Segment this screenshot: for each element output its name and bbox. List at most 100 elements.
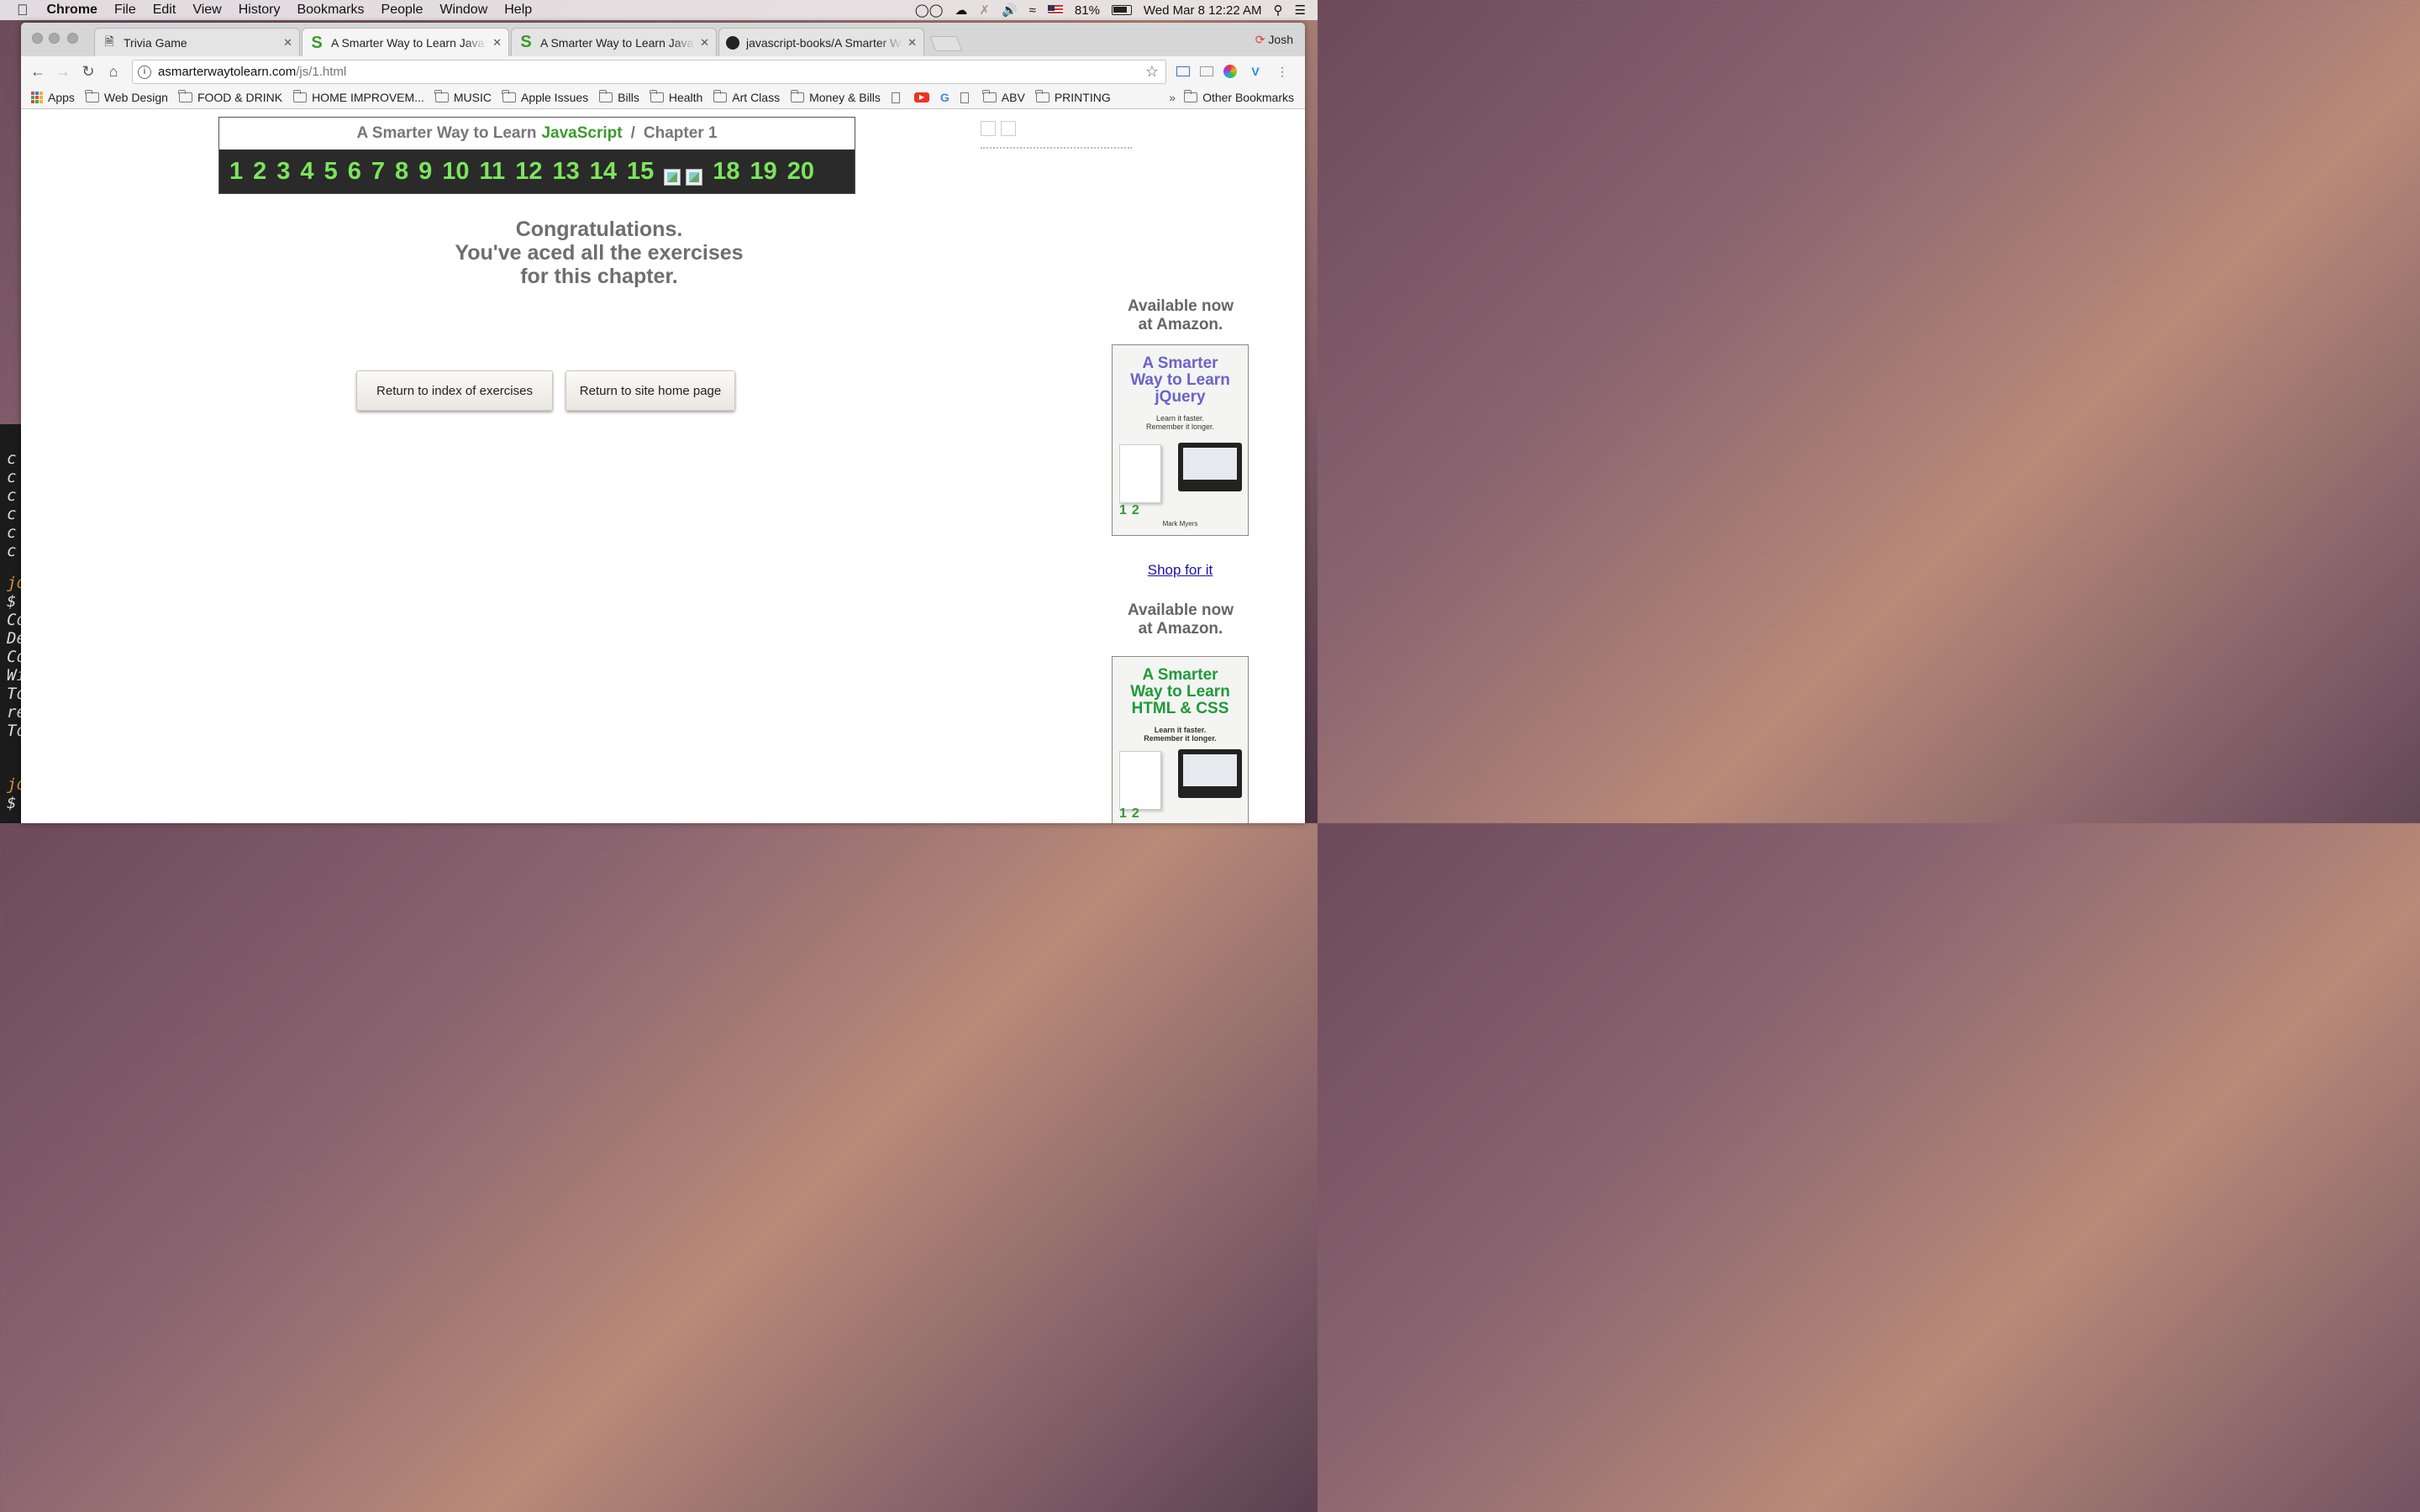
exercise-link[interactable]: 9	[418, 159, 432, 184]
shop-for-it-link[interactable]: Shop for it	[1112, 562, 1249, 579]
bookmark-folder[interactable]: HOME IMPROVEM...	[292, 90, 424, 104]
v-extension-icon[interactable]: V	[1247, 63, 1264, 80]
chrome-menu-icon[interactable]: ⋮	[1274, 63, 1291, 80]
bookmark-folder[interactable]: ABV	[982, 90, 1025, 104]
tab-title: Trivia Game	[124, 35, 187, 50]
menu-edit[interactable]: Edit	[145, 3, 185, 18]
battery-percent[interactable]: 81%	[1075, 3, 1100, 18]
exercise-link[interactable]: 3	[276, 159, 290, 184]
spotlight-search-icon[interactable]: ⚲	[1274, 3, 1283, 18]
site-info-icon[interactable]: i	[138, 65, 151, 79]
exercise-link[interactable]: 20	[787, 159, 814, 184]
bookmark-apps[interactable]: Apps	[31, 91, 75, 104]
bluetooth-icon[interactable]: ✗	[979, 3, 990, 18]
menu-bookmarks[interactable]: Bookmarks	[288, 3, 372, 18]
glasses-icon[interactable]: ◯◯	[915, 3, 944, 18]
jquery-book-cover[interactable]: A Smarter Way to Learn jQuery Learn it f…	[1112, 344, 1249, 536]
home-icon[interactable]: ⌂	[101, 59, 126, 84]
window-minimize-button[interactable]	[49, 33, 60, 44]
broken-image-icon[interactable]	[664, 169, 681, 186]
menu-window[interactable]: Window	[431, 3, 496, 18]
wifi-icon[interactable]: ≈	[1029, 3, 1036, 18]
bookmark-page[interactable]	[960, 92, 972, 103]
profile-button[interactable]: ⟳ Josh	[1255, 33, 1293, 47]
folder-icon	[598, 90, 613, 102]
tab-smarter-way-js-active[interactable]: S A Smarter Way to Learn JavaScript ✕	[302, 28, 509, 57]
ad-divider	[981, 147, 1132, 149]
window-close-button[interactable]	[32, 33, 43, 44]
book-steps: 12	[1119, 503, 1139, 517]
bookmark-folder[interactable]: PRINTING	[1035, 90, 1111, 104]
menu-people[interactable]: People	[373, 3, 432, 18]
bookmark-folder[interactable]: Money & Bills	[790, 90, 881, 104]
tab-smarter-way-js[interactable]: S A Smarter Way to Learn JavaScript ✕	[511, 28, 717, 56]
exercise-link[interactable]: 19	[750, 159, 777, 184]
bookmark-youtube[interactable]: ▶	[913, 92, 929, 102]
book-title-line: jQuery	[1155, 388, 1206, 406]
exercise-link[interactable]: 18	[713, 159, 739, 184]
exercise-link[interactable]: 7	[371, 159, 385, 184]
exercise-link[interactable]: 12	[515, 159, 542, 184]
html-css-book-cover[interactable]: A Smarter Way to Learn HTML & CSS Learn …	[1112, 656, 1249, 823]
bookmark-folder[interactable]: MUSIC	[434, 90, 492, 104]
menubar-clock[interactable]: Wed Mar 8 12:22 AM	[1144, 3, 1262, 18]
book-title: A Smarter Way to Learn jQuery	[1113, 355, 1248, 406]
tab-close-icon[interactable]: ✕	[492, 36, 502, 50]
menu-help[interactable]: Help	[496, 3, 540, 18]
bookmark-other-bookmarks[interactable]: Other Bookmarks	[1183, 90, 1294, 104]
book-page-illustration	[1119, 751, 1161, 810]
bookmark-star-icon[interactable]: ☆	[1145, 63, 1159, 81]
flag-icon[interactable]	[1047, 5, 1063, 15]
exercise-link[interactable]: 4	[300, 159, 313, 184]
chapter-label: Chapter 1	[643, 124, 718, 142]
folder-icon	[292, 90, 308, 102]
bookmark-page[interactable]	[891, 92, 903, 103]
apple-icon[interactable]: 	[0, 2, 39, 19]
exercise-link[interactable]: 2	[253, 159, 266, 184]
bookmarks-overflow-chevron-icon[interactable]: »	[1169, 91, 1176, 104]
reload-icon[interactable]: ↻	[76, 59, 101, 84]
screenshot-extension-icon[interactable]	[1176, 66, 1190, 76]
tab-trivia-game[interactable]: 🗎 Trivia Game ✕	[94, 28, 300, 56]
exercise-link[interactable]: 10	[442, 159, 469, 184]
bookmark-google[interactable]: G	[940, 91, 950, 104]
color-picker-extension-icon[interactable]	[1223, 65, 1237, 78]
exercise-link[interactable]: 8	[395, 159, 408, 184]
creative-cloud-icon[interactable]: ☁	[955, 3, 967, 18]
back-arrow-icon[interactable]: ←	[25, 59, 50, 84]
tab-close-icon[interactable]: ✕	[700, 36, 709, 50]
bookmark-folder[interactable]: FOOD & DRINK	[178, 90, 282, 104]
exercise-link[interactable]: 15	[627, 159, 654, 184]
image-extension-icon[interactable]	[1200, 66, 1213, 76]
menu-file[interactable]: File	[106, 3, 145, 18]
forward-arrow-icon[interactable]: →	[50, 59, 76, 84]
bookmark-folder[interactable]: Web Design	[85, 90, 168, 104]
site-title-brand[interactable]: JavaScript	[541, 124, 622, 143]
exercise-link[interactable]: 1	[229, 159, 243, 184]
return-to-index-button[interactable]: Return to index of exercises	[356, 370, 553, 411]
exercise-link[interactable]: 5	[324, 159, 338, 184]
tab-github-javascript-books[interactable]: javascript-books/A Smarter Way ✕	[718, 28, 924, 56]
bookmark-folder[interactable]: Bills	[598, 90, 639, 104]
volume-icon[interactable]: 🔊	[1002, 3, 1018, 18]
menu-history[interactable]: History	[230, 3, 289, 18]
bookmark-folder[interactable]: Health	[650, 90, 702, 104]
page-content: A Smarter Way to Learn JavaScript / Chap…	[21, 110, 1305, 823]
exercise-link[interactable]: 11	[480, 159, 506, 184]
bookmark-folder[interactable]: Apple Issues	[502, 90, 588, 104]
exercise-link[interactable]: 14	[590, 159, 617, 184]
exercise-link[interactable]: 13	[552, 159, 579, 184]
return-to-home-button[interactable]: Return to site home page	[566, 370, 735, 411]
address-bar[interactable]: i asmarterwaytolearn.com/js/1.html ☆	[132, 60, 1166, 84]
window-zoom-button[interactable]	[67, 33, 78, 44]
broken-image-icon[interactable]	[686, 169, 703, 186]
battery-icon[interactable]	[1111, 5, 1132, 15]
new-tab-button[interactable]	[929, 36, 963, 51]
notification-center-icon[interactable]: ☰	[1295, 3, 1306, 18]
tab-close-icon[interactable]: ✕	[908, 36, 917, 50]
menu-app-name[interactable]: Chrome	[39, 3, 106, 18]
bookmark-folder[interactable]: Art Class	[713, 90, 780, 104]
menu-view[interactable]: View	[184, 3, 229, 18]
exercise-link[interactable]: 6	[348, 159, 361, 184]
tab-close-icon[interactable]: ✕	[283, 36, 292, 50]
